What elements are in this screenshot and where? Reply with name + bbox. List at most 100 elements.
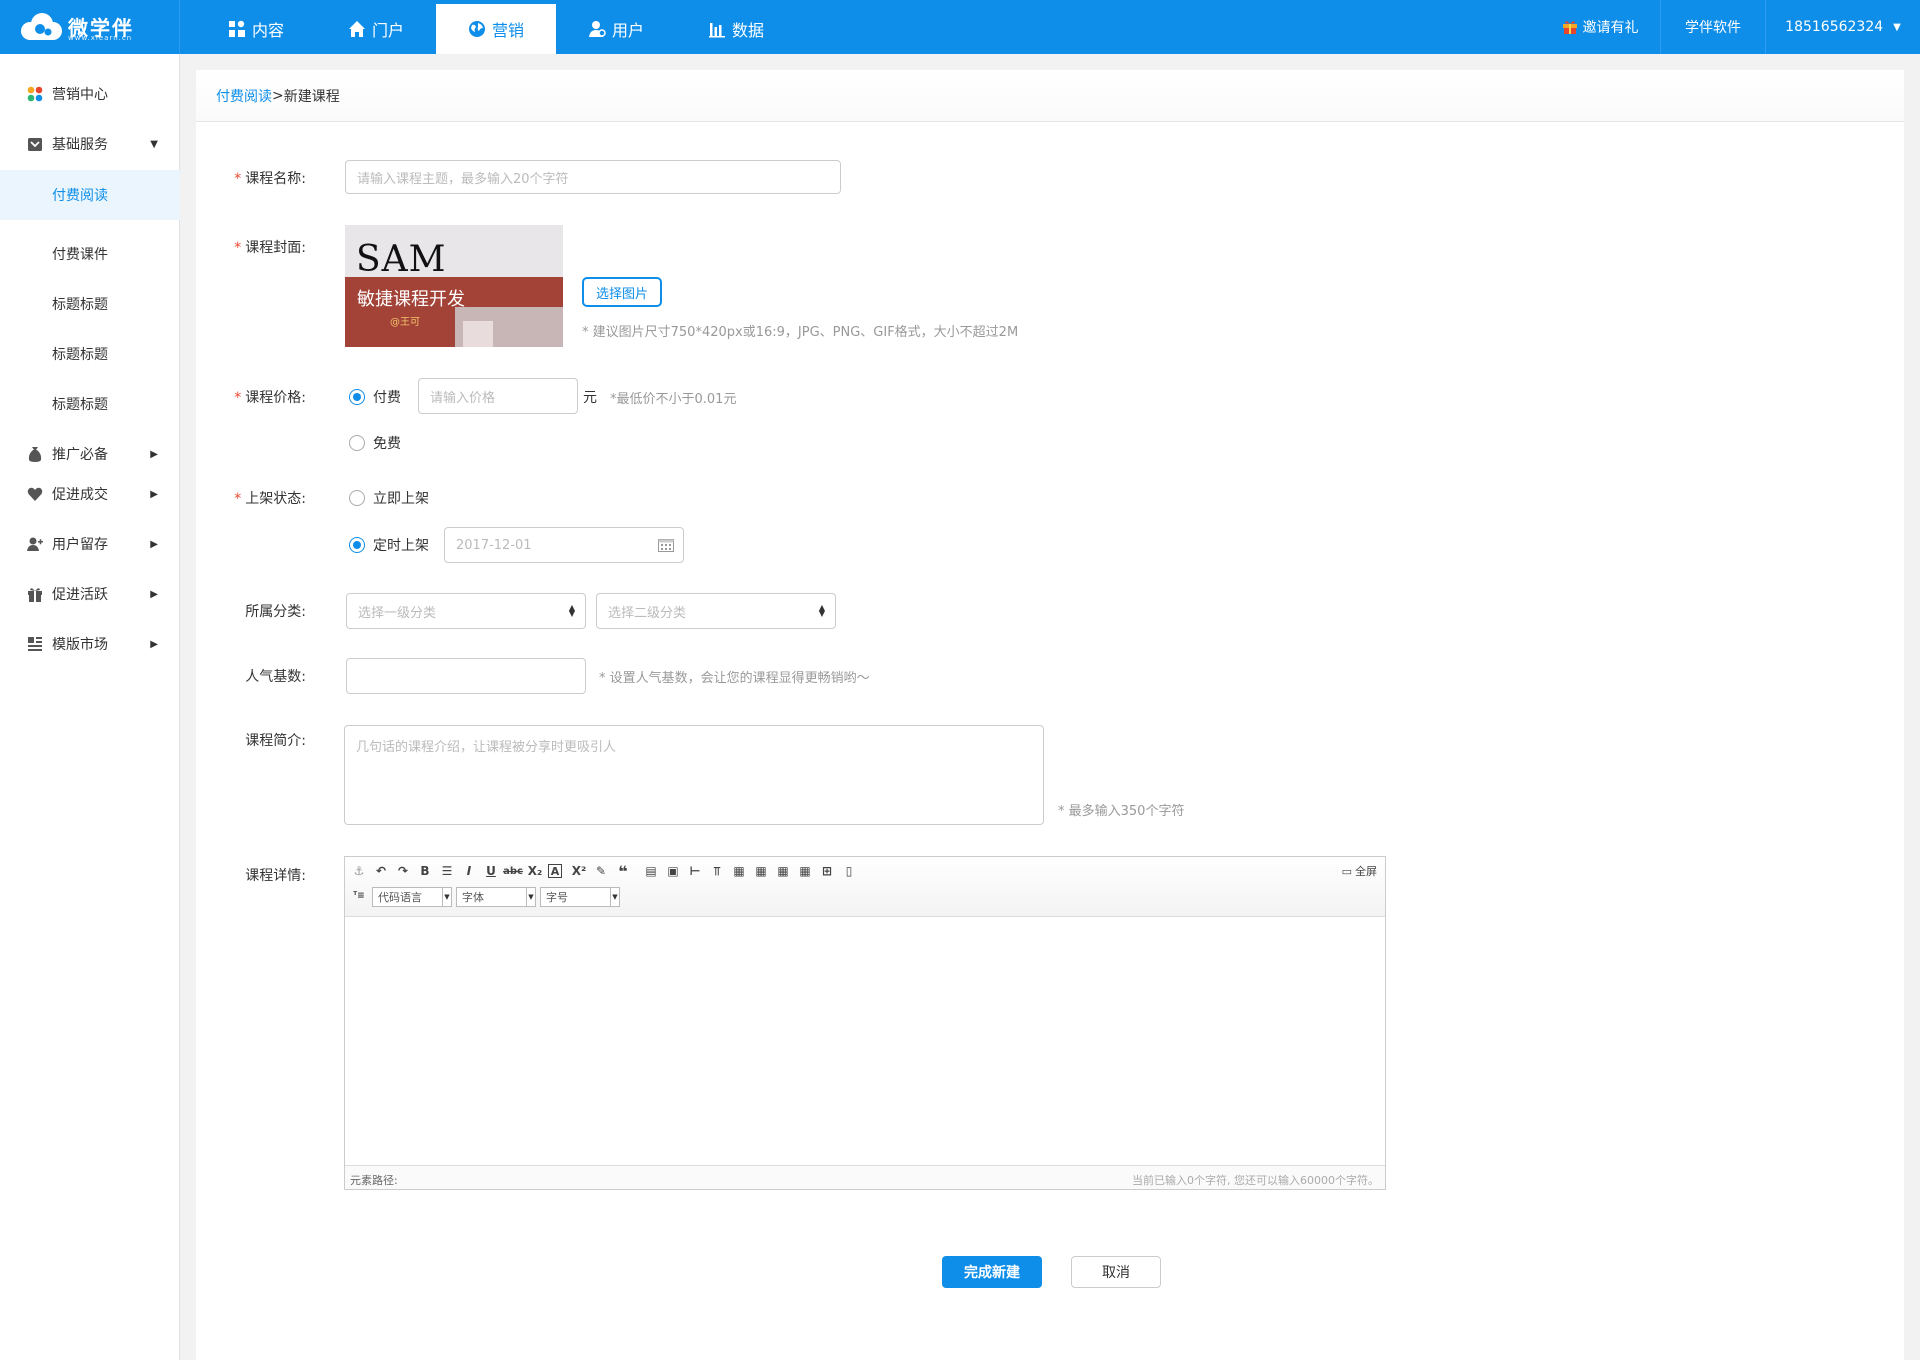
grid-icon — [228, 20, 245, 37]
table-merge-icon[interactable]: ⊞ — [818, 862, 836, 880]
price-free-radio[interactable] — [349, 435, 365, 451]
sidebar-item-label: 标题标题 — [52, 347, 108, 363]
undo-icon[interactable]: ↶ — [372, 862, 390, 880]
sidebar-item-template-market[interactable]: 模版市场 ▶ — [0, 622, 180, 666]
sidebar-item-label: 推广必备 — [52, 447, 108, 463]
invite-link[interactable]: 邀请有礼 — [1540, 0, 1660, 54]
template-icon — [28, 637, 42, 651]
sidebar-item-label: 促进成交 — [52, 487, 108, 503]
account-menu[interactable]: 18516562324 ▼ — [1765, 0, 1920, 54]
quote-icon[interactable]: ❝ — [614, 862, 632, 881]
category-level2-select[interactable]: 选择二级分类 ▲ ▼ — [596, 593, 836, 629]
sidebar-item-title-3[interactable]: 标题标题 — [0, 382, 180, 426]
shelf-date-input[interactable]: 2017-12-01 — [444, 527, 684, 563]
table-icon[interactable]: ▦ — [730, 862, 748, 880]
tab-content-label: 内容 — [251, 21, 284, 40]
breadcrumb-current: 新建课程 — [283, 88, 340, 105]
code-language-select[interactable]: 代码语言 ▼ — [372, 887, 452, 907]
sidebar-item-label: 标题标题 — [52, 397, 108, 413]
course-price-label: * 课程价格: — [196, 387, 306, 407]
editor-content-area[interactable] — [345, 917, 1385, 1165]
software-label: 学伴软件 — [1685, 20, 1741, 36]
submit-button[interactable]: 完成新建 — [942, 1256, 1042, 1288]
table-delete-icon[interactable]: ▦ — [796, 862, 814, 880]
table-split-icon[interactable]: ⫪ — [708, 862, 726, 880]
subscript-icon[interactable]: X₂ — [526, 862, 544, 880]
sidebar-item-title-1[interactable]: 标题标题 — [0, 282, 180, 326]
cover-image-subtitle: 敏捷课程开发 — [357, 289, 465, 310]
intro-textarea[interactable]: 几句话的课程介绍，让课程被分享时更吸引人 — [344, 725, 1044, 825]
price-free-label: 免费 — [373, 436, 401, 452]
font-size-select[interactable]: 字号 ▼ — [540, 887, 620, 907]
italic-icon[interactable]: I — [460, 862, 478, 880]
sidebar-item-label: 标题标题 — [52, 297, 108, 313]
brand-logo[interactable]: 微学伴 www.xlearn.cn — [0, 0, 180, 54]
dropdown-arrow-icon: ▼ — [442, 888, 451, 906]
font-family-select[interactable]: 字体 ▼ — [456, 887, 536, 907]
editor-status-bar: 元素路径: 当前已输入0个字符, 您还可以输入60000个字符。 — [345, 1165, 1385, 1189]
sidebar-item-retention[interactable]: 用户留存 ▶ — [0, 522, 180, 566]
font-color-icon[interactable]: A — [548, 864, 562, 878]
course-name-label-text: 课程名称: — [245, 171, 306, 187]
sidebar-item-basic-services[interactable]: 基础服务 ▼ — [0, 122, 180, 166]
text-format-icon[interactable]: ᵀ≡ — [350, 887, 368, 905]
monitor-icon: ▭ — [1341, 864, 1352, 878]
table-insert-row-icon[interactable]: ▦ — [752, 862, 770, 880]
sidebar-item-title-2[interactable]: 标题标题 — [0, 332, 180, 376]
sidebar-item-marketing-center[interactable]: 营销中心 — [0, 72, 180, 116]
image-icon[interactable]: ▤ — [642, 862, 660, 880]
bold-icon[interactable]: B — [416, 862, 434, 880]
category-level1-select[interactable]: 选择一级分类 ▲ ▼ — [346, 593, 586, 629]
superscript-icon[interactable]: X² — [570, 862, 588, 880]
brush-icon[interactable]: ✎ — [592, 862, 610, 880]
category-level2-value: 选择二级分类 — [608, 605, 687, 621]
video-icon[interactable]: ▣ — [664, 862, 682, 880]
cloud-logo-icon — [21, 13, 62, 40]
course-name-placeholder: 请输入课程主题，最多输入20个字符 — [357, 171, 569, 187]
tab-portal-label: 门户 — [371, 21, 404, 40]
cover-image-author: @王可 — [390, 317, 420, 328]
sidebar-item-paid-reading[interactable]: 付费阅读 — [0, 170, 180, 220]
dropdown-arrow-icon: ▼ — [610, 888, 619, 906]
sidebar-item-label: 基础服务 — [52, 137, 108, 153]
tab-content[interactable]: 内容 — [196, 4, 316, 54]
table-insert-col-icon[interactable]: ▦ — [774, 862, 792, 880]
tab-users[interactable]: 用户 — [556, 4, 676, 54]
software-link[interactable]: 学伴软件 — [1660, 0, 1765, 54]
element-path-label: 元素路径: — [350, 1174, 398, 1187]
shelf-scheduled-radio[interactable] — [349, 537, 365, 553]
sidebar-item-label: 用户留存 — [52, 537, 108, 553]
font-family-value: 字体 — [462, 891, 484, 904]
strikethrough-icon[interactable]: abc — [503, 862, 523, 880]
course-name-input[interactable]: 请输入课程主题，最多输入20个字符 — [345, 160, 841, 194]
shelf-now-radio[interactable] — [349, 490, 365, 506]
popularity-input[interactable] — [346, 658, 586, 694]
sidebar-item-conversion[interactable]: 促进成交 ▶ — [0, 472, 180, 516]
sidebar-item-promotion[interactable]: 推广必备 ▶ — [0, 432, 180, 476]
format-icon[interactable]: ☰ — [438, 862, 456, 880]
sidebar-item-activity[interactable]: 促进活跃 ▶ — [0, 572, 180, 616]
tab-marketing-label: 营销 — [491, 21, 524, 40]
category-label: 所属分类: — [245, 604, 306, 620]
redo-icon[interactable]: ↷ — [394, 862, 412, 880]
tab-data[interactable]: 数据 — [676, 4, 796, 54]
select-arrows-icon: ▲ ▼ — [568, 603, 575, 618]
page-icon[interactable]: ▯ — [840, 862, 858, 880]
cancel-button[interactable]: 取消 — [1071, 1256, 1161, 1288]
breadcrumb-parent-link[interactable]: 付费阅读 — [216, 86, 272, 106]
indent-icon[interactable]: ⊢ — [686, 862, 704, 880]
choose-image-button[interactable]: 选择图片 — [582, 277, 662, 307]
price-input[interactable]: 请输入价格 — [418, 378, 578, 414]
gift-icon — [28, 588, 42, 602]
anchor-icon[interactable]: ⚓ — [350, 862, 368, 880]
rich-text-editor: ⚓ ↶ ↷ B ☰ I U abc X₂ A X² ✎ ❝ ▤ ▣ ⊢ ⫪ ▦ … — [344, 856, 1386, 1190]
underline-icon[interactable]: U — [482, 862, 500, 880]
tab-marketing[interactable]: 营销 — [436, 4, 556, 54]
bar-chart-icon — [708, 23, 725, 38]
fullscreen-button[interactable]: ▭ 全屏 — [1342, 863, 1377, 879]
sidebar-item-paid-courseware[interactable]: 付费课件 — [0, 232, 180, 276]
price-paid-radio[interactable] — [349, 389, 365, 405]
tab-users-label: 用户 — [611, 21, 644, 40]
tab-portal[interactable]: 门户 — [316, 4, 436, 54]
popularity-label: 人气基数: — [245, 669, 306, 685]
